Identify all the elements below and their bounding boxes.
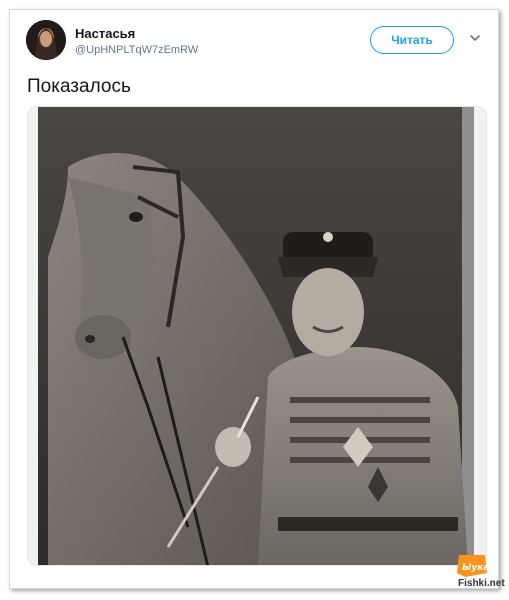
follow-button[interactable]: Читать [370,26,454,54]
user-handle[interactable]: @UpHNPLTqW7zEmRW [75,44,198,56]
watermark-site: Fishki.net [458,578,505,589]
display-name[interactable]: Настасья [75,26,135,41]
watermark-logo-text: Ыука [462,563,489,573]
tweet-photo[interactable] [27,106,487,566]
fishki-logo-icon: Ыука [455,553,489,579]
chevron-down-icon[interactable] [468,31,482,45]
tweet-text: Показалось [27,76,131,97]
avatar[interactable] [26,20,66,60]
